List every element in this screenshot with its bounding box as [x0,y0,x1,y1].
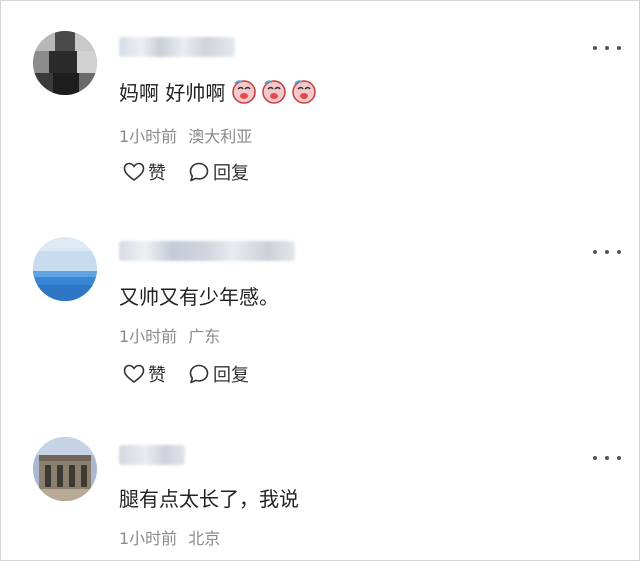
comment-location: 北京 [188,529,221,548]
comment-text: 又帅又有少年感。 [119,281,279,309]
comment-text-content: 腿有点太长了，我说 [119,486,299,511]
like-button[interactable]: 赞 [123,159,166,185]
comment-time: 1小时前 [119,529,178,548]
comment-text: 腿有点太长了，我说 [119,483,299,511]
speech-bubble-icon [189,162,209,182]
reply-button[interactable]: 回复 [188,159,249,185]
crying-face-emoji-icon [227,78,317,104]
username-blurred[interactable] [119,445,185,465]
user-avatar[interactable] [33,437,97,501]
more-dots-icon[interactable] [593,247,621,257]
user-avatar[interactable] [33,237,97,301]
comment-meta: 1小时前 北京 [119,525,220,549]
username-blurred[interactable] [119,241,295,261]
heart-icon [123,364,145,383]
username-blurred[interactable] [119,37,235,57]
comment-time: 1小时前 [119,327,178,346]
heart-icon [123,162,145,181]
like-label: 赞 [148,163,166,184]
user-avatar[interactable] [33,31,97,95]
like-button[interactable]: 赞 [123,361,166,387]
comment-list: 妈啊 好帅啊 1小时前 澳大利亚 赞 回复 又帅又有少年感。 1小时前 广东 赞… [0,0,640,561]
comment-actions: 赞 回复 [123,159,249,185]
comment-text: 妈啊 好帅啊 [119,77,317,105]
comment-time: 1小时前 [119,127,178,146]
more-dots-icon[interactable] [593,43,621,53]
comment-actions: 赞 回复 [123,361,249,387]
comment-location: 澳大利亚 [188,127,253,146]
reply-label: 回复 [213,365,249,386]
reply-button[interactable]: 回复 [188,361,249,387]
more-dots-icon[interactable] [593,453,621,463]
comment-location: 广东 [188,327,221,346]
comment-text-content: 又帅又有少年感。 [119,284,279,309]
comment-text-content: 妈啊 好帅啊 [119,80,226,105]
speech-bubble-icon [189,364,209,384]
comment-meta: 1小时前 澳大利亚 [119,123,252,147]
reply-label: 回复 [213,163,249,184]
like-label: 赞 [148,365,166,386]
comment-meta: 1小时前 广东 [119,323,220,347]
